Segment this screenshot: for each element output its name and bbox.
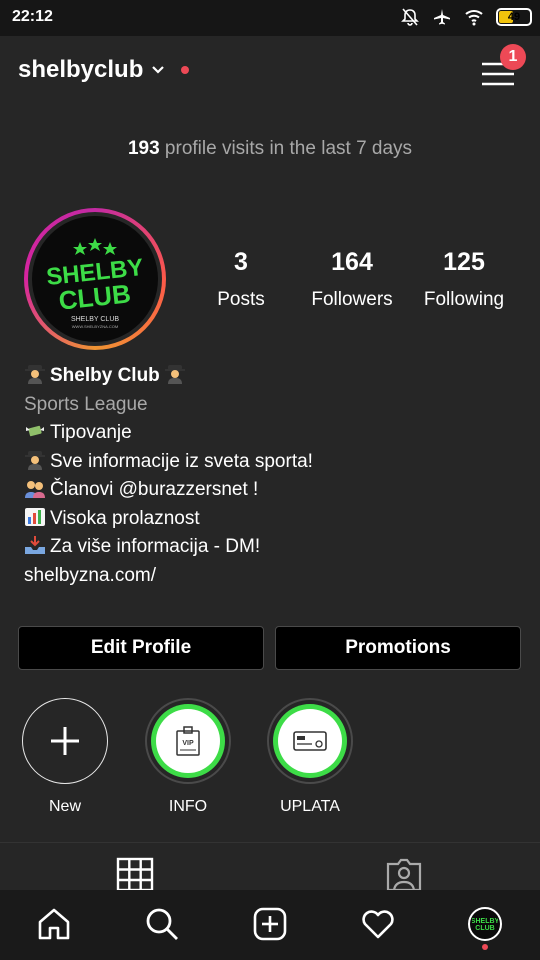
grid-icon[interactable]	[115, 856, 155, 890]
edit-profile-button[interactable]: Edit Profile	[18, 626, 264, 670]
heart-icon	[362, 910, 394, 939]
profile-tab[interactable]: SHELBY CLUB	[465, 904, 505, 944]
highlight-info[interactable]: VIP INFO	[140, 698, 236, 816]
highlight-ring	[267, 698, 353, 784]
status-bar: 22:12 49	[0, 0, 540, 36]
posts-label: Posts	[217, 289, 265, 310]
svg-text:VIP: VIP	[182, 740, 194, 747]
bio-line-text: Visoka prolaznost	[50, 507, 200, 529]
plus-icon	[51, 727, 79, 755]
logo-graphic: SHELBY CLUB SHELBY CLUB WWW.SHELBYZNA.CO…	[45, 238, 145, 329]
profile-header: shelbyclub 1	[0, 36, 540, 108]
unread-dot	[181, 66, 190, 74]
mute-bell-icon	[401, 8, 419, 26]
inbox-tray-icon	[25, 536, 45, 554]
profile-tab-avatar: SHELBY CLUB	[468, 907, 502, 941]
activity-tab[interactable]	[358, 904, 398, 944]
highlight-label: New	[48, 798, 81, 815]
following-label: Following	[423, 289, 505, 310]
bio-line: Za više informacija - DM!	[24, 533, 313, 562]
profile-visits-insight[interactable]: 193 profile visits in the last 7 days	[0, 138, 540, 160]
shelby-club-logo: SHELBY CLUB SHELBY CLUB WWW.SHELBYZNA.CO…	[32, 216, 158, 342]
detective-icon	[164, 365, 185, 384]
account-switcher[interactable]: shelbyclub	[18, 56, 190, 84]
highlight-ring: VIP	[145, 698, 231, 784]
bio-line: Članovi @burazzersnet !	[24, 476, 313, 505]
posts-stat[interactable]: 3 Posts	[186, 248, 296, 311]
bio-line-text: Za više informacija - DM!	[50, 536, 261, 557]
highlight-label: INFO	[168, 798, 208, 815]
detective-icon	[25, 365, 45, 384]
card-icon	[293, 731, 327, 751]
bottom-navigation: SHELBY CLUB	[0, 890, 540, 960]
svg-text:CLUB: CLUB	[475, 925, 494, 932]
create-post-tab[interactable]	[250, 904, 290, 944]
home-icon	[38, 908, 70, 940]
svg-text:WWW.SHELBYZNA.COM: WWW.SHELBYZNA.COM	[72, 324, 118, 329]
tabs-divider	[0, 842, 540, 843]
shelby-club-logo-small: SHELBYCLUB	[472, 918, 498, 932]
bio-line: Tipovanje	[24, 419, 313, 448]
highlight-label: UPLATA	[280, 798, 340, 815]
highlight-uplata[interactable]: UPLATA	[262, 698, 358, 816]
wifi-icon	[465, 10, 483, 26]
tagged-icon[interactable]	[384, 856, 424, 890]
followers-label: Followers	[311, 289, 393, 310]
bio-line-text: Članovi @burazzersnet !	[50, 479, 259, 500]
posts-count: 3	[234, 248, 248, 276]
status-time: 22:12	[12, 8, 53, 25]
bio-name: Shelby Club	[50, 365, 160, 386]
followers-stat[interactable]: 164 Followers	[297, 248, 407, 311]
svg-text:CLUB: CLUB	[57, 278, 132, 315]
profile-notification-dot	[482, 944, 488, 950]
bio-line: Sve informacije iz sveta sporta!	[24, 448, 313, 477]
highlight-new[interactable]: New	[17, 698, 113, 816]
status-icons: 49	[400, 7, 532, 27]
chevron-down-icon	[152, 66, 165, 74]
bio-name-line: Shelby Club	[24, 362, 313, 391]
following-count: 125	[443, 248, 485, 276]
people-icon	[25, 481, 45, 498]
battery-icon: 49	[496, 8, 532, 26]
promotions-button[interactable]: Promotions	[275, 626, 521, 670]
svg-text:SHELBY CLUB: SHELBY CLUB	[71, 316, 119, 323]
notification-badge[interactable]: 1	[500, 44, 526, 70]
profile-avatar[interactable]: SHELBY CLUB SHELBY CLUB WWW.SHELBYZNA.CO…	[24, 208, 166, 350]
visits-text: profile visits in the last 7 days	[159, 138, 413, 159]
username: shelbyclub	[18, 56, 144, 83]
bio-category: Sports League	[24, 393, 148, 415]
add-post-icon	[253, 907, 287, 941]
vip-ticket-icon: VIP	[176, 726, 200, 756]
bio-line-text: Tipovanje	[50, 422, 132, 443]
following-stat[interactable]: 125 Following	[409, 248, 519, 311]
airplane-icon	[434, 9, 450, 25]
search-tab[interactable]	[142, 904, 182, 944]
profile-bio: Shelby Club Sports League Tipovanje Sve …	[24, 362, 313, 590]
bio-line: Visoka prolaznost	[24, 505, 313, 534]
bar-chart-icon	[25, 507, 45, 526]
detective-icon	[25, 450, 45, 470]
bio-line-text: Sve informacije iz sveta sporta!	[50, 450, 313, 472]
visits-count: 193	[127, 138, 160, 159]
search-icon	[146, 908, 178, 940]
money-wings-icon	[26, 425, 44, 437]
followers-count: 164	[331, 248, 373, 276]
new-highlight-circle	[22, 698, 108, 784]
svg-text:SHELBY: SHELBY	[472, 918, 498, 925]
website-link[interactable]: shelbyzna.com/	[24, 562, 313, 591]
home-tab[interactable]	[34, 904, 74, 944]
battery-level: 49	[507, 11, 521, 23]
